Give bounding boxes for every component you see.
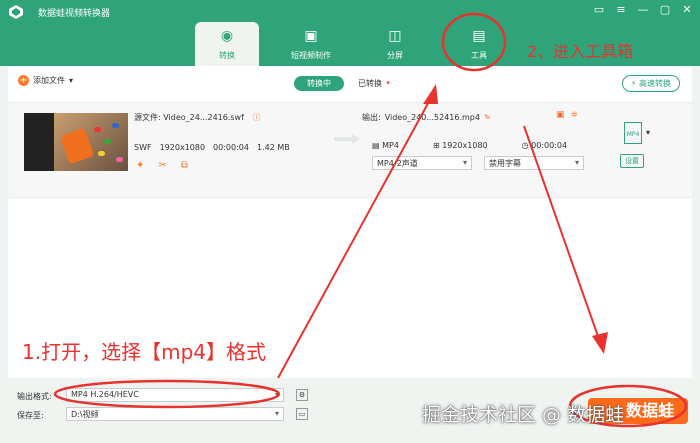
output-filename: Video_240...52416.mp4 bbox=[384, 113, 480, 122]
converted-label: 已转换 bbox=[358, 79, 382, 88]
rename-icon[interactable]: ✎ bbox=[484, 113, 491, 122]
high-speed-label: 高速转换 bbox=[639, 79, 671, 88]
format-chevron-icon[interactable]: ▾ bbox=[646, 128, 650, 137]
save-path-select[interactable]: D:\视频 bbox=[66, 407, 284, 421]
watermark: 掘金技术社区 @ 数据蛙 bbox=[422, 404, 625, 426]
new-dot-icon: • bbox=[382, 78, 392, 89]
menu-icon[interactable]: ≡ bbox=[614, 3, 628, 16]
add-files-label: 添加文件 bbox=[33, 76, 65, 85]
short-video-icon: ▣ bbox=[304, 28, 318, 44]
scissors-icon[interactable]: ✂ bbox=[158, 160, 166, 171]
main-tabs: ◉ 转换 ▣ 短视频制作 ◫ 分屏 ▤ 工具 bbox=[195, 22, 531, 66]
tab-convert[interactable]: ◉ 转换 bbox=[195, 22, 259, 66]
output-label: 输出: bbox=[362, 113, 381, 122]
edit-icon[interactable]: ⧉ bbox=[181, 160, 188, 171]
effects-icon[interactable]: ✦ bbox=[136, 160, 144, 171]
annotation-step2: 2、进入工具箱 bbox=[527, 42, 634, 61]
source-file-line: 源文件: Video_24...2416.swf ⓘ bbox=[134, 112, 260, 123]
output-format: MP4 bbox=[382, 141, 399, 150]
format-settings-icon[interactable]: ⚙ bbox=[296, 389, 308, 401]
merge-icon[interactable]: ≑ bbox=[571, 110, 579, 120]
status-switch: 转换中 已转换 • bbox=[294, 76, 391, 91]
tab-short-video[interactable]: ▣ 短视频制作 bbox=[279, 22, 343, 66]
format-badge: MP4 bbox=[626, 131, 640, 138]
folder-icon[interactable]: ▭ bbox=[296, 408, 308, 420]
minimize-icon[interactable]: — bbox=[636, 3, 650, 16]
video-thumbnail[interactable] bbox=[24, 113, 128, 171]
feedback-icon[interactable]: ▭ bbox=[592, 3, 606, 16]
add-files-button[interactable]: + 添加文件 ▾ bbox=[18, 75, 73, 86]
source-filename: Video_24...2416.swf bbox=[163, 113, 244, 122]
output-resolution-group: ⊞ 1920x1080 bbox=[433, 141, 488, 150]
output-format-group: ▤ MP4 bbox=[372, 141, 399, 150]
source-duration: 00:00:04 bbox=[213, 143, 249, 152]
candy-shape bbox=[94, 127, 101, 132]
app-logo-icon bbox=[9, 5, 23, 19]
tab-toolbox[interactable]: ▤ 工具 bbox=[447, 22, 511, 66]
film-icon: ▤ bbox=[372, 141, 380, 150]
source-meta: SWF 1920x1080 00:00:04 1.42 MB bbox=[134, 143, 290, 152]
settings-button[interactable]: 设置 bbox=[620, 154, 644, 168]
audio-track-select[interactable]: MP4-2声道 bbox=[372, 156, 472, 170]
window-controls: ▭ ≡ — ▢ ✕ bbox=[592, 3, 694, 16]
candy-shape bbox=[116, 157, 123, 162]
item-actions: ✦ ✂ ⧉ bbox=[136, 160, 188, 171]
output-format-label: 输出格式: bbox=[17, 392, 52, 401]
save-to-label: 保存至: bbox=[17, 411, 44, 420]
tab-split-screen[interactable]: ◫ 分屏 bbox=[363, 22, 427, 66]
chevron-down-icon[interactable]: ▾ bbox=[69, 76, 73, 85]
convert-icon: ◉ bbox=[220, 28, 234, 44]
source-resolution: 1920x1080 bbox=[159, 143, 206, 152]
source-format: SWF bbox=[134, 143, 152, 152]
resolution-icon: ⊞ bbox=[432, 141, 440, 150]
info-icon[interactable]: ⓘ bbox=[252, 113, 260, 122]
candy-shape bbox=[104, 139, 111, 144]
file-item[interactable] bbox=[8, 102, 692, 198]
output-duration-group: ◷ 00:00:04 bbox=[522, 141, 567, 150]
output-meta: ▤ MP4 ⊞ 1920x1080 ◷ 00:00:04 bbox=[372, 141, 567, 150]
id3-icon[interactable]: ▣ bbox=[556, 110, 565, 120]
subtitle-select[interactable]: 禁用字幕 bbox=[484, 156, 584, 170]
convert-arrow-icon bbox=[334, 134, 360, 144]
close-icon[interactable]: ✕ bbox=[680, 3, 694, 16]
app-title: 数据蛙视频转换器 bbox=[38, 9, 111, 19]
clock-icon: ◷ bbox=[521, 141, 529, 150]
tab-converting[interactable]: 转换中 bbox=[294, 76, 344, 91]
candy-shape bbox=[112, 123, 119, 128]
source-size: 1.42 MB bbox=[256, 143, 290, 152]
toolbar: + 添加文件 ▾ 转换中 已转换 • ⚡ 高速转换 bbox=[8, 66, 692, 96]
output-format-select[interactable]: MP4 H.264/HEVC bbox=[66, 388, 284, 402]
annotation-step1: 1.打开，选择【mp4】格式 bbox=[22, 340, 266, 364]
split-screen-icon: ◫ bbox=[388, 28, 402, 44]
source-label: 源文件: bbox=[134, 113, 161, 122]
high-speed-button[interactable]: ⚡ 高速转换 bbox=[621, 75, 680, 92]
toolbox-icon: ▤ bbox=[472, 28, 486, 44]
output-file-line: 输出: Video_240...52416.mp4 ✎ bbox=[362, 112, 491, 123]
candy-shape bbox=[98, 151, 105, 156]
format-file-icon[interactable]: MP4 bbox=[624, 122, 642, 144]
output-badges: ▣ ≑ bbox=[556, 110, 578, 120]
maximize-icon[interactable]: ▢ bbox=[658, 3, 672, 16]
output-duration: 00:00:04 bbox=[531, 141, 568, 150]
lightning-icon: ⚡ bbox=[630, 79, 637, 88]
plus-icon: + bbox=[18, 75, 29, 86]
tab-converted[interactable]: 已转换 • bbox=[358, 78, 391, 89]
output-resolution: 1920x1080 bbox=[442, 141, 488, 150]
